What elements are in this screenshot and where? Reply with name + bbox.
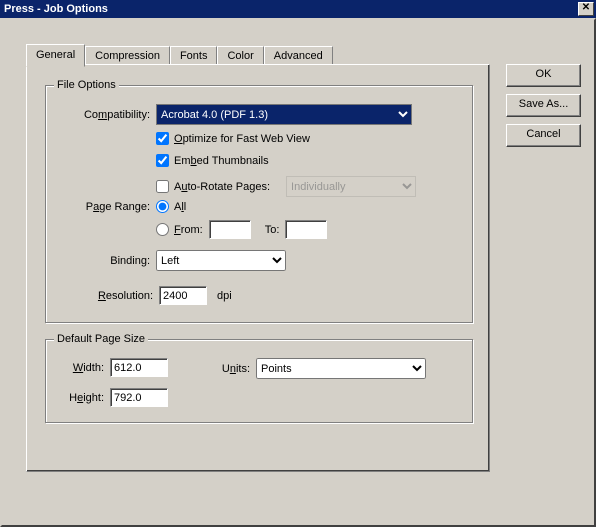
units-select[interactable]: Points	[256, 358, 426, 379]
group-file-options: File Options Compatibility: Acrobat 4.0 …	[45, 85, 473, 323]
page-range-from-label: From:	[174, 224, 203, 236]
close-icon[interactable]: ✕	[578, 2, 594, 16]
page-range-to-label: To:	[265, 224, 280, 236]
optimize-checkbox[interactable]	[156, 132, 169, 145]
height-input[interactable]	[110, 388, 168, 407]
height-label: Height:	[66, 392, 104, 404]
dialog-client: General Compression Fonts Color Advanced…	[0, 18, 596, 527]
resolution-input[interactable]	[159, 286, 207, 305]
save-as-button[interactable]: Save As...	[506, 94, 581, 117]
binding-label: Binding:	[108, 255, 150, 267]
page-range-all-label: All	[174, 201, 186, 213]
page-range-from-radio[interactable]	[156, 223, 169, 236]
window-title: Press - Job Options	[4, 3, 108, 15]
compatibility-label: Compatibility:	[72, 109, 150, 121]
optimize-label: Optimize for Fast Web View	[174, 133, 310, 145]
autorotate-select: Individually	[286, 176, 416, 197]
group-page-size-title: Default Page Size	[54, 333, 148, 345]
autorotate-label: Auto-Rotate Pages:	[174, 181, 270, 193]
page-range-from-input[interactable]	[209, 220, 251, 239]
tab-general[interactable]: General	[26, 44, 85, 67]
width-label: Width:	[66, 362, 104, 374]
resolution-label: Resolution:	[93, 290, 153, 302]
tabpanel-general: File Options Compatibility: Acrobat 4.0 …	[26, 64, 490, 472]
tabstrip: General Compression Fonts Color Advanced	[26, 44, 333, 66]
page-range-to-input[interactable]	[285, 220, 327, 239]
embed-checkbox[interactable]	[156, 154, 169, 167]
page-range-all-radio[interactable]	[156, 200, 169, 213]
cancel-button[interactable]: Cancel	[506, 124, 581, 147]
width-input[interactable]	[110, 358, 168, 377]
titlebar: Press - Job Options ✕	[0, 0, 596, 18]
binding-select[interactable]: Left	[156, 250, 286, 271]
units-label: Units:	[214, 363, 250, 375]
resolution-unit: dpi	[217, 290, 232, 302]
compatibility-select[interactable]: Acrobat 4.0 (PDF 1.3)	[156, 104, 412, 125]
page-range-label: Page Range:	[79, 201, 150, 213]
group-file-options-title: File Options	[54, 79, 119, 91]
embed-label: Embed Thumbnails	[174, 155, 269, 167]
group-page-size: Default Page Size Width: Units: Points H…	[45, 339, 473, 423]
autorotate-checkbox[interactable]	[156, 180, 169, 193]
ok-button[interactable]: OK	[506, 64, 581, 87]
